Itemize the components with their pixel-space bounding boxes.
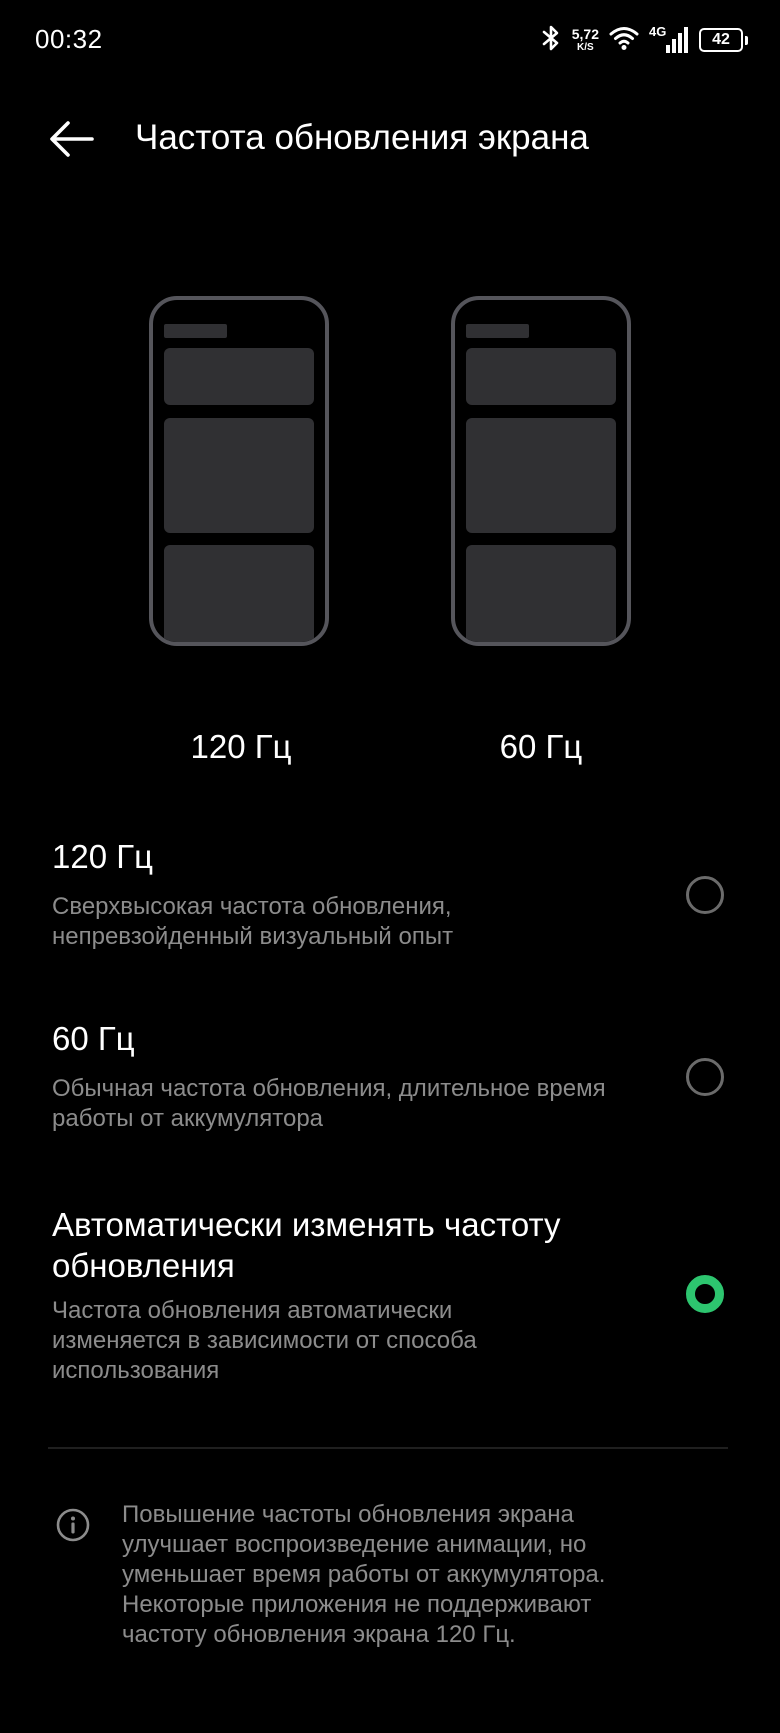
back-button[interactable]	[44, 114, 100, 164]
preview-60hz-illustration	[451, 296, 631, 646]
option-title: 120 Гц	[52, 838, 153, 875]
network-speed: 5,72 K/S	[572, 27, 599, 53]
option-auto[interactable]: Автоматически изменять частоту обновлени…	[0, 1204, 780, 1404]
battery-level: 42	[712, 31, 730, 48]
battery-icon: 42	[699, 28, 748, 52]
option-description: Частота обновления автоматически изменяе…	[52, 1297, 477, 1384]
option-60hz[interactable]: 60 Гц Обычная частота обновления, длител…	[0, 1018, 780, 1158]
preview-120hz-illustration	[149, 296, 329, 646]
preview-label-60hz: 60 Гц	[499, 728, 583, 765]
option-title: 60 Гц	[52, 1020, 135, 1057]
radio-120hz[interactable]	[686, 876, 724, 914]
network-speed-value: 5,72	[571, 26, 599, 42]
signal-icon: 4G	[649, 25, 689, 55]
radio-60hz[interactable]	[686, 1058, 724, 1096]
option-description: Обычная частота обновления, длительное в…	[52, 1075, 606, 1132]
status-bar: 00:32 5,72 K/S 4G 42	[0, 0, 780, 78]
radio-auto[interactable]	[686, 1275, 724, 1313]
option-description: Сверхвысокая частота обновления, непревз…	[52, 893, 454, 950]
status-icons: 5,72 K/S 4G 42	[530, 20, 748, 60]
phone-illustration	[149, 296, 329, 646]
option-120hz[interactable]: 120 Гц Сверхвысокая частота обновления, …	[0, 836, 780, 976]
arrow-left-icon	[50, 121, 94, 157]
info-icon	[56, 1508, 90, 1542]
wifi-icon	[609, 25, 639, 56]
preview-label-120hz: 120 Гц	[190, 728, 292, 765]
info-text: Повышение частоты обновления экрана улуч…	[122, 1501, 606, 1648]
page-title: Частота обновления экрана	[135, 118, 589, 157]
divider	[48, 1447, 728, 1449]
phone-illustration	[451, 296, 631, 646]
network-speed-unit: K/S	[577, 42, 594, 53]
status-time: 00:32	[35, 24, 103, 54]
bluetooth-icon	[540, 24, 562, 57]
header: Частота обновления экрана	[0, 100, 780, 180]
option-title: Автоматически изменять частоту обновлени…	[52, 1206, 561, 1284]
